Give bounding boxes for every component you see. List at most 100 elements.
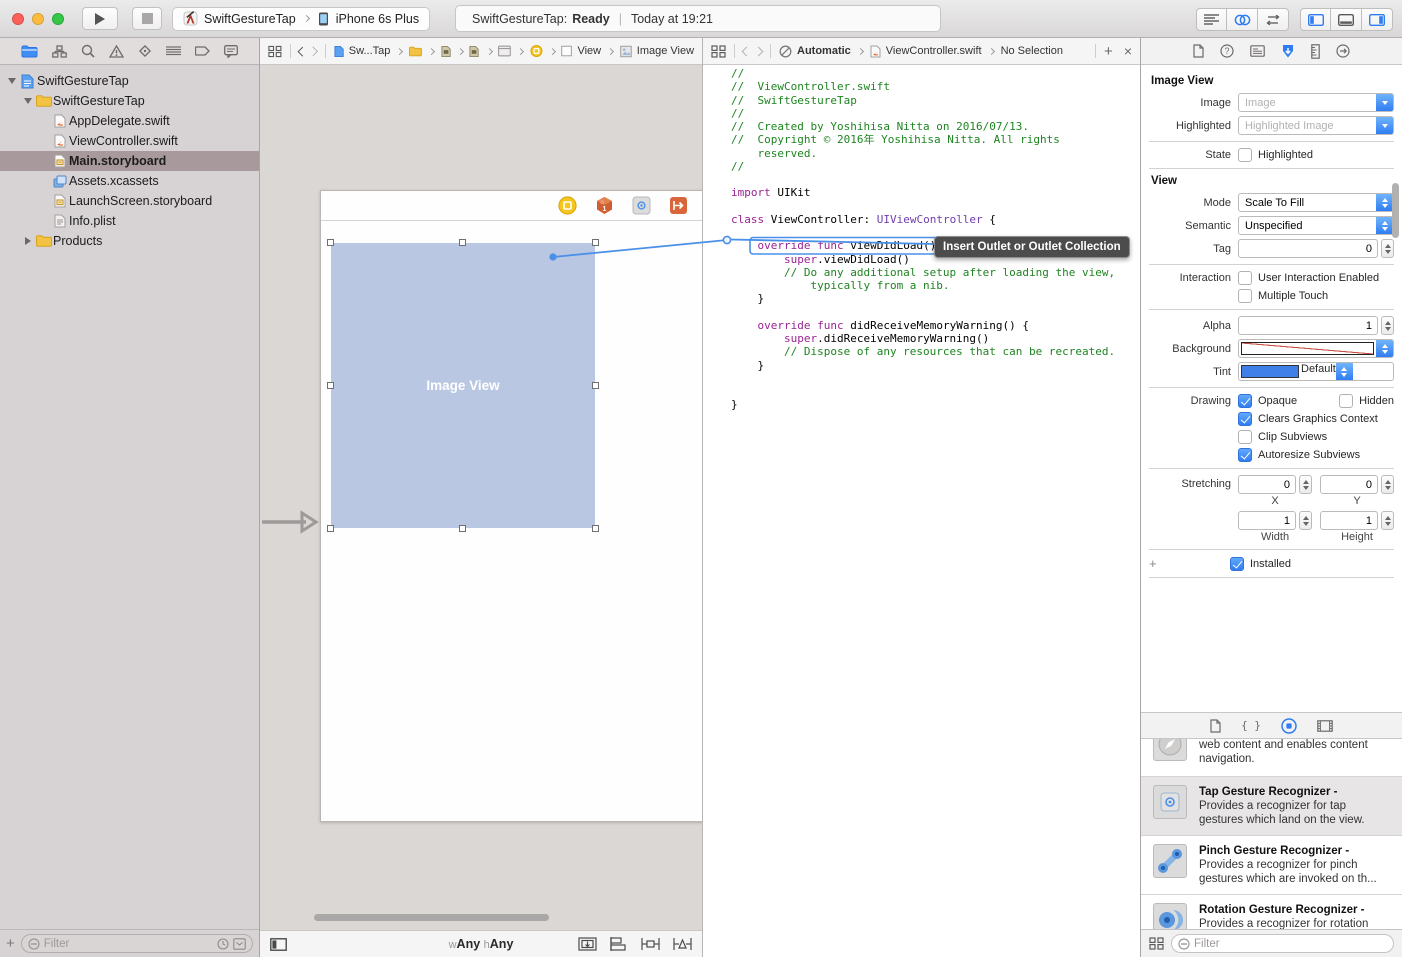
- image-view-crumb-icon[interactable]: [620, 45, 632, 58]
- disclosure-triangle[interactable]: [22, 237, 34, 245]
- project-navigator-tab[interactable]: [21, 45, 38, 58]
- crumb-file[interactable]: ViewController.swift: [886, 45, 982, 57]
- code-line-1[interactable]: //: [731, 67, 1140, 80]
- view-controller-crumb-icon[interactable]: [530, 44, 543, 58]
- crumb-project[interactable]: Sw...Tap: [349, 45, 391, 57]
- stretching-y-field[interactable]: 0: [1320, 475, 1378, 494]
- state-highlighted-checkbox[interactable]: [1238, 148, 1252, 162]
- image-combobox[interactable]: Image: [1238, 93, 1394, 112]
- code-line-18[interactable]: }: [731, 292, 1140, 305]
- file-tree-row-assets-xcassets[interactable]: Assets.xcassets: [0, 171, 259, 191]
- code-line-8[interactable]: //: [731, 160, 1140, 173]
- toggle-utilities-button[interactable]: [1362, 8, 1393, 31]
- resize-handle[interactable]: [592, 239, 599, 246]
- scheme-selector[interactable]: SwiftGestureTap iPhone 6s Plus: [172, 7, 430, 31]
- zoom-window-button[interactable]: [52, 13, 64, 25]
- library-filter-field[interactable]: Filter: [1171, 934, 1394, 953]
- exit-icon[interactable]: [669, 196, 688, 215]
- file-tree-row-products[interactable]: Products: [0, 231, 259, 251]
- clip-subviews-checkbox[interactable]: [1238, 430, 1252, 444]
- run-button[interactable]: [82, 7, 118, 30]
- file-tree-row-main-storyboard[interactable]: Main.storyboard: [0, 151, 259, 171]
- popup-arrows-icon[interactable]: [1376, 340, 1393, 357]
- code-line-12[interactable]: class ViewController: UIViewController {: [731, 213, 1140, 226]
- code-line-4[interactable]: //: [731, 107, 1140, 120]
- search-navigator-tab[interactable]: [81, 44, 95, 58]
- resize-handle[interactable]: [327, 525, 334, 532]
- crumb-automatic[interactable]: Automatic: [797, 45, 851, 57]
- code-line-11[interactable]: [731, 200, 1140, 213]
- recents-clock-icon[interactable]: [217, 938, 229, 950]
- report-navigator-tab[interactable]: [224, 45, 238, 58]
- stretching-height-field[interactable]: 1: [1320, 511, 1378, 530]
- resolve-auto-layout-button[interactable]: [673, 937, 692, 951]
- test-navigator-tab[interactable]: [138, 44, 152, 58]
- embed-in-stack-button[interactable]: [578, 937, 597, 951]
- library-grid-toggle[interactable]: [1149, 937, 1164, 950]
- background-color-well[interactable]: [1238, 339, 1394, 358]
- image-view[interactable]: Image View: [331, 243, 595, 528]
- scope-icon[interactable]: [233, 938, 246, 950]
- resize-handle[interactable]: [459, 239, 466, 246]
- attributes-inspector-tab[interactable]: [1281, 44, 1295, 59]
- library-item-webview-partial[interactable]: web content and enables content navigati…: [1141, 739, 1402, 777]
- code-line-20[interactable]: override func didReceiveMemoryWarning() …: [731, 319, 1140, 332]
- stretching-x-field[interactable]: 0: [1238, 475, 1296, 494]
- standard-editor-button[interactable]: [1196, 8, 1227, 31]
- stretching-y-stepper[interactable]: [1381, 475, 1394, 494]
- mode-popup[interactable]: Scale To Fill: [1238, 193, 1394, 212]
- highlighted-combobox[interactable]: Highlighted Image: [1238, 116, 1394, 135]
- user-interaction-enabled-checkbox[interactable]: [1238, 271, 1252, 285]
- file-inspector-tab[interactable]: [1193, 44, 1204, 58]
- stretching-height-stepper[interactable]: [1381, 511, 1394, 530]
- identity-inspector-tab[interactable]: [1250, 45, 1265, 57]
- back-button[interactable]: [742, 46, 752, 56]
- view-controller-scene[interactable]: 1⌂ Image View: [320, 190, 702, 822]
- connections-inspector-tab[interactable]: [1336, 44, 1350, 58]
- library-scrollbar[interactable]: [1392, 183, 1399, 238]
- version-editor-button[interactable]: [1258, 8, 1289, 31]
- code-line-9[interactable]: [731, 173, 1140, 186]
- add-file-button[interactable]: +: [6, 935, 15, 952]
- debug-navigator-tab[interactable]: [166, 46, 181, 57]
- code-line-24[interactable]: [731, 372, 1140, 385]
- storyboard-doc-icon[interactable]: [441, 45, 451, 58]
- resize-handle[interactable]: [327, 239, 334, 246]
- code-line-23[interactable]: }: [731, 359, 1140, 372]
- horizontal-scrollbar[interactable]: [314, 914, 549, 921]
- installed-checkbox[interactable]: [1230, 557, 1244, 571]
- code-line-19[interactable]: [731, 306, 1140, 319]
- clears-graphics-context-checkbox[interactable]: [1238, 412, 1252, 426]
- scene-doc-icon[interactable]: [469, 45, 479, 58]
- media-library-tab[interactable]: [1317, 720, 1333, 732]
- crumb-selection[interactable]: No Selection: [1001, 45, 1063, 57]
- gesture-recognizer-icon[interactable]: [632, 196, 651, 215]
- disclosure-triangle[interactable]: [22, 98, 34, 104]
- stretching-x-stepper[interactable]: [1299, 475, 1312, 494]
- toggle-debug-area-button[interactable]: [1331, 8, 1362, 31]
- file-tree-row-viewcontroller-swift[interactable]: ViewController.swift: [0, 131, 259, 151]
- code-line-6[interactable]: // Copyright © 2016年 Yoshihisa Nitta. Al…: [731, 133, 1140, 146]
- code-line-26[interactable]: }: [731, 398, 1140, 411]
- document-outline-toggle[interactable]: [270, 938, 287, 951]
- related-items-icon[interactable]: [268, 45, 282, 58]
- tag-field[interactable]: 0: [1238, 239, 1378, 258]
- resize-handle[interactable]: [592, 525, 599, 532]
- pin-button[interactable]: [641, 937, 660, 951]
- crumb-image-view[interactable]: Image View: [637, 45, 694, 57]
- forward-button[interactable]: [754, 46, 764, 56]
- stop-button[interactable]: [132, 7, 162, 30]
- add-configuration-button[interactable]: +: [1149, 556, 1163, 571]
- code-line-17[interactable]: typically from a nib.: [731, 279, 1140, 292]
- multiple-touch-checkbox[interactable]: [1238, 289, 1252, 303]
- first-responder-icon[interactable]: 1⌂: [595, 196, 614, 215]
- tint-color-well[interactable]: Default: [1238, 362, 1394, 381]
- view-controller-icon[interactable]: [558, 196, 577, 215]
- file-template-library-tab[interactable]: [1210, 719, 1221, 733]
- resize-handle[interactable]: [592, 382, 599, 389]
- crumb-view[interactable]: View: [577, 45, 601, 57]
- resize-handle[interactable]: [459, 525, 466, 532]
- object-library-tab[interactable]: [1281, 718, 1297, 734]
- assistant-editor-button[interactable]: [1227, 8, 1258, 31]
- code-line-7[interactable]: reserved.: [731, 147, 1140, 160]
